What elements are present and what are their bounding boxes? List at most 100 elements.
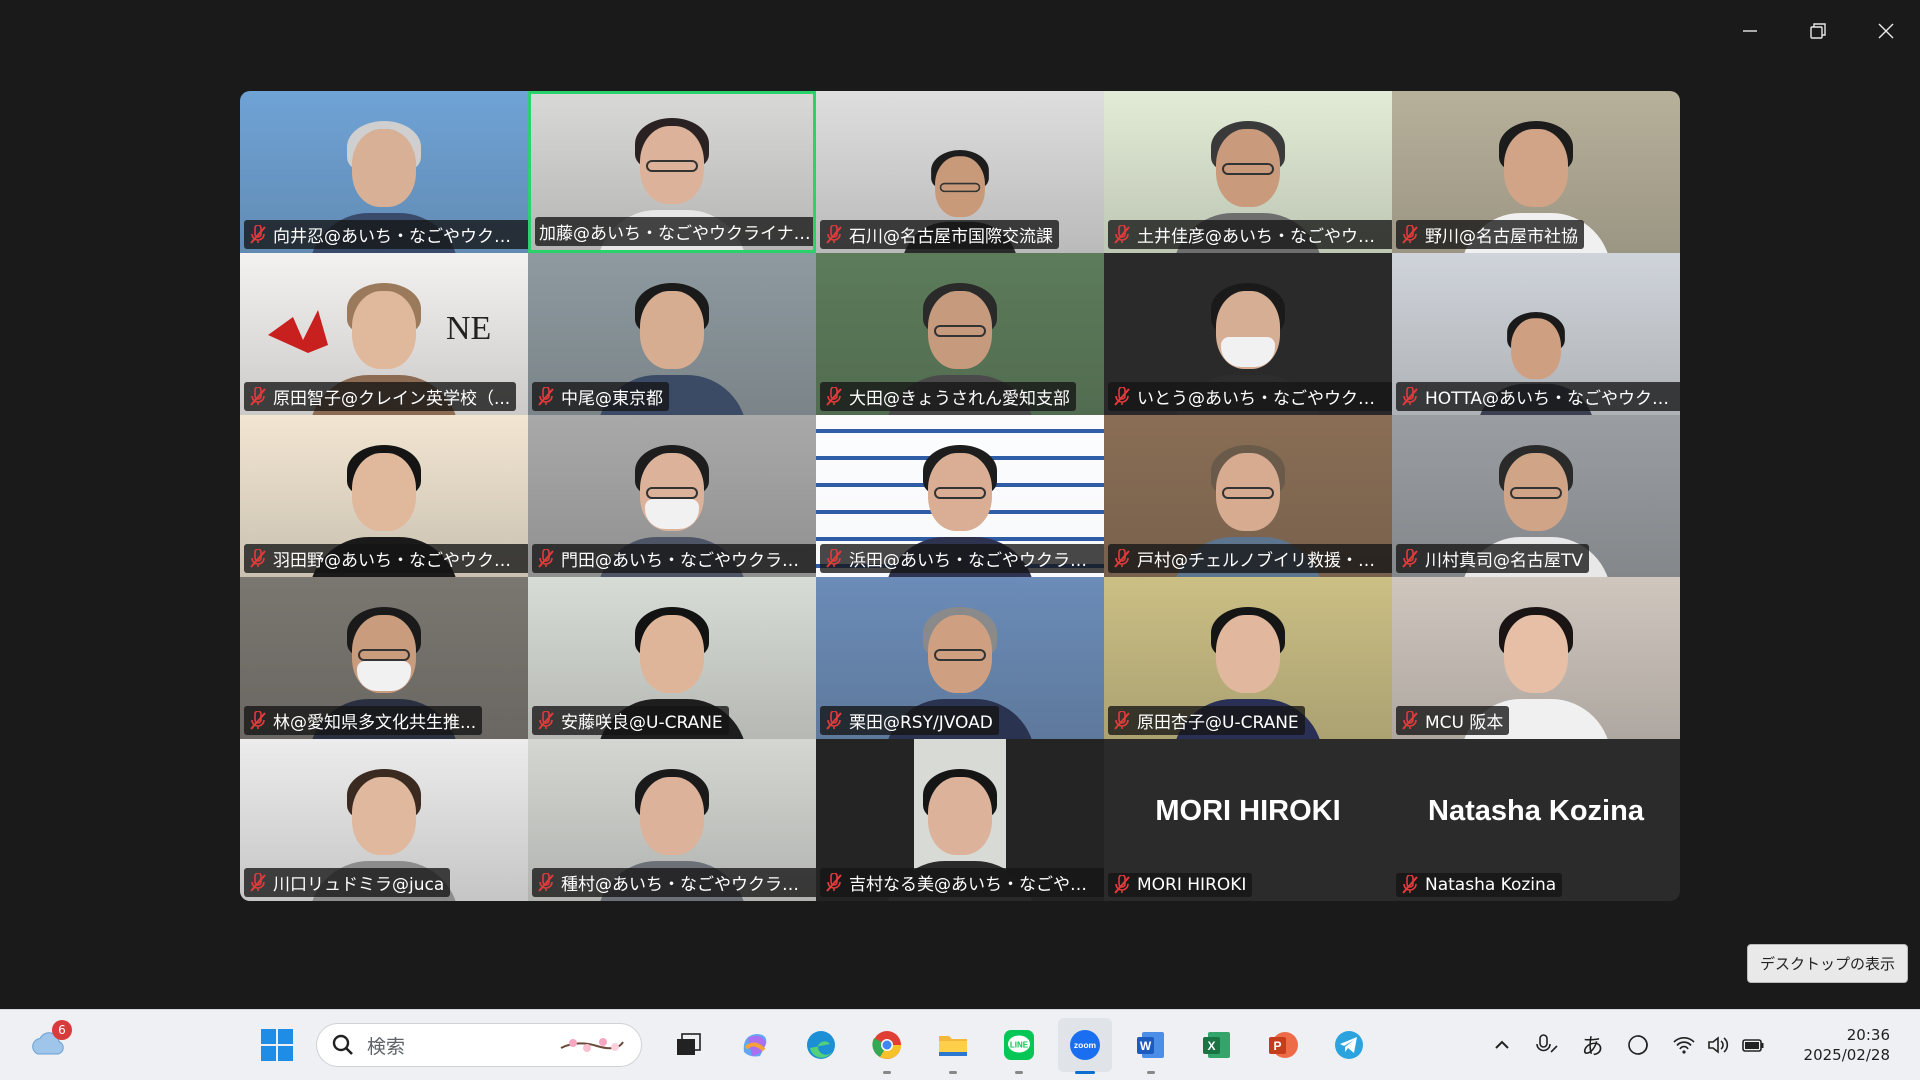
mic-muted-icon <box>248 548 273 569</box>
participant-tile[interactable]: 土井佳彦@あいち・なごやウク... <box>1104 91 1392 253</box>
participant-tile[interactable]: 大田@きょうされん愛知支部 <box>816 253 1104 415</box>
participant-tile[interactable]: 野川@名古屋市社協 <box>1392 91 1680 253</box>
participant-tile[interactable]: 加藤@あいち・なごやウクライナ避... <box>528 91 816 253</box>
windows-icon <box>261 1029 293 1061</box>
participant-name: 向井忍@あいち・なごやウクラ... <box>273 227 524 247</box>
participant-name-tag: 吉村なる美@あいち・なごやウ... <box>820 868 1104 897</box>
mic-muted-icon <box>824 386 849 407</box>
mic-muted-icon <box>536 872 561 893</box>
participant-tile[interactable]: 栗田@RSY/JVOAD <box>816 577 1104 739</box>
participant-tile[interactable]: MORI HIROKI MORI HIROKI <box>1104 739 1392 901</box>
powerpoint-icon: P <box>1266 1028 1300 1062</box>
participant-tile[interactable]: 門田@あいち・なごやウクライナ... <box>528 415 816 577</box>
participant-name-tag: 野川@名古屋市社協 <box>1396 220 1584 249</box>
participant-name-tag: 原田杏子@U-CRANE <box>1108 706 1305 735</box>
task-view-icon <box>674 1030 704 1060</box>
mic-muted-icon <box>824 548 849 569</box>
edge-taskbar-button[interactable] <box>794 1018 848 1072</box>
minimize-button[interactable] <box>1716 0 1784 62</box>
file-explorer-taskbar-button[interactable] <box>926 1018 980 1072</box>
weather-widget[interactable]: 6 <box>28 1020 72 1064</box>
start-button[interactable] <box>250 1018 304 1072</box>
participant-name-tag: 栗田@RSY/JVOAD <box>820 706 999 735</box>
participant-tile[interactable]: 浜田@あいち・なごやウクライナ... <box>816 415 1104 577</box>
close-button[interactable] <box>1852 0 1920 62</box>
clock[interactable]: 20:36 2025/02/28 <box>1804 1025 1890 1065</box>
participant-name: 種村@あいち・なごやウクライナ... <box>561 875 812 895</box>
svg-text:zoom: zoom <box>1074 1040 1097 1050</box>
participant-tile[interactable]: 川村真司@名古屋TV <box>1392 415 1680 577</box>
participant-name-tag: MCU 阪本 <box>1396 706 1510 735</box>
ime-indicator[interactable]: あ <box>1582 1029 1604 1061</box>
mic-muted-icon <box>248 710 273 731</box>
battery-icon[interactable] <box>1740 1035 1766 1055</box>
excel-taskbar-button[interactable]: X <box>1190 1018 1244 1072</box>
clock-time: 20:36 <box>1846 1026 1890 1044</box>
participant-name: 浜田@あいち・なごやウクライナ... <box>849 551 1100 571</box>
file-explorer-icon <box>936 1028 970 1062</box>
restore-button[interactable] <box>1784 0 1852 62</box>
system-tray: あ 20:36 2025/02/28 <box>1470 1010 1890 1080</box>
zoom-taskbar-button[interactable]: zoom <box>1058 1018 1112 1072</box>
participant-tile[interactable]: 戸村@チェルノブイリ救援・中部 <box>1104 415 1392 577</box>
mic-muted-icon <box>1400 386 1425 407</box>
participant-tile[interactable]: 中尾@東京都 <box>528 253 816 415</box>
copilot-taskbar-button[interactable] <box>728 1018 782 1072</box>
participant-tile[interactable]: Natasha Kozina Natasha Kozina <box>1392 739 1680 901</box>
powerpoint-taskbar-button[interactable]: P <box>1256 1018 1310 1072</box>
focus-moon-icon[interactable] <box>1626 1033 1650 1057</box>
participant-name: 石川@名古屋市国際交流課 <box>849 227 1053 247</box>
participant-tile[interactable]: 石川@名古屋市国際交流課 <box>816 91 1104 253</box>
participant-name-tag: 林@愛知県多文化共生推... <box>244 706 483 735</box>
participant-name: 中尾@東京都 <box>561 389 663 409</box>
chevron-up-icon[interactable] <box>1492 1035 1512 1055</box>
participant-name-tag: 加藤@あいち・なごやウクライナ避... <box>535 217 813 246</box>
participant-name: 吉村なる美@あいち・なごやウ... <box>849 875 1100 895</box>
participant-tile[interactable]: 向井忍@あいち・なごやウクラ... <box>240 91 528 253</box>
excel-icon: X <box>1200 1028 1234 1062</box>
mic-muted-icon <box>536 710 561 731</box>
participant-name: 川村真司@名古屋TV <box>1425 551 1584 571</box>
participant-tile[interactable]: いとう@あいち・なごやウクライ... <box>1104 253 1392 415</box>
participant-tile[interactable]: 原田杏子@U-CRANE <box>1104 577 1392 739</box>
line-icon: LINE <box>1002 1028 1036 1062</box>
mic-muted-icon <box>536 548 561 569</box>
word-taskbar-button[interactable]: W <box>1124 1018 1178 1072</box>
participant-name-tag: Natasha Kozina <box>1396 873 1563 897</box>
volume-icon[interactable] <box>1706 1035 1730 1055</box>
mic-muted-icon <box>1400 548 1425 569</box>
mic-muted-icon <box>1112 224 1137 245</box>
participant-tile[interactable]: 吉村なる美@あいち・なごやウ... <box>816 739 1104 901</box>
participant-name-tag: 浜田@あいち・なごやウクライナ... <box>820 544 1104 573</box>
participant-name-tag: 羽田野@あいち・なごやウクラ... <box>244 544 528 573</box>
participant-tile[interactable]: 安藤咲良@U-CRANE <box>528 577 816 739</box>
mic-muted-icon <box>824 872 849 893</box>
participant-tile[interactable]: HOTTA@あいち・なごやウクライ... <box>1392 253 1680 415</box>
telegram-icon <box>1332 1028 1366 1062</box>
participant-name: いとう@あいち・なごやウクライ... <box>1137 389 1388 409</box>
participant-name: 川口リュドミラ@juca <box>273 875 445 895</box>
svg-text:LINE: LINE <box>1010 1041 1029 1050</box>
participant-name: 大田@きょうされん愛知支部 <box>849 389 1070 409</box>
mic-muted-icon <box>1112 386 1137 407</box>
task-view-taskbar-button[interactable] <box>662 1018 716 1072</box>
mic-muted-icon <box>1400 710 1425 731</box>
voice-input-icon[interactable] <box>1534 1032 1560 1058</box>
mic-muted-icon <box>1112 548 1137 569</box>
wifi-icon[interactable] <box>1672 1035 1696 1055</box>
participant-tile[interactable]: MCU 阪本 <box>1392 577 1680 739</box>
participant-tile[interactable]: 羽田野@あいち・なごやウクラ... <box>240 415 528 577</box>
participant-name-tag: 戸村@チェルノブイリ救援・中部 <box>1108 544 1392 573</box>
participant-tile[interactable]: 川口リュドミラ@juca <box>240 739 528 901</box>
participant-tile[interactable]: 種村@あいち・なごやウクライナ... <box>528 739 816 901</box>
participant-tile[interactable]: 林@愛知県多文化共生推... <box>240 577 528 739</box>
telegram-taskbar-button[interactable] <box>1322 1018 1376 1072</box>
chrome-taskbar-button[interactable] <box>860 1018 914 1072</box>
line-taskbar-button[interactable]: LINE <box>992 1018 1046 1072</box>
participant-tile[interactable]: NE 原田智子@クレイン英学校（... <box>240 253 528 415</box>
mic-muted-icon <box>1400 875 1425 895</box>
participant-name-tag: MORI HIROKI <box>1108 873 1253 897</box>
taskbar-search[interactable]: 検索 <box>316 1023 642 1067</box>
participant-name-tag: HOTTA@あいち・なごやウクライ... <box>1396 382 1680 411</box>
mic-muted-icon <box>248 872 273 893</box>
